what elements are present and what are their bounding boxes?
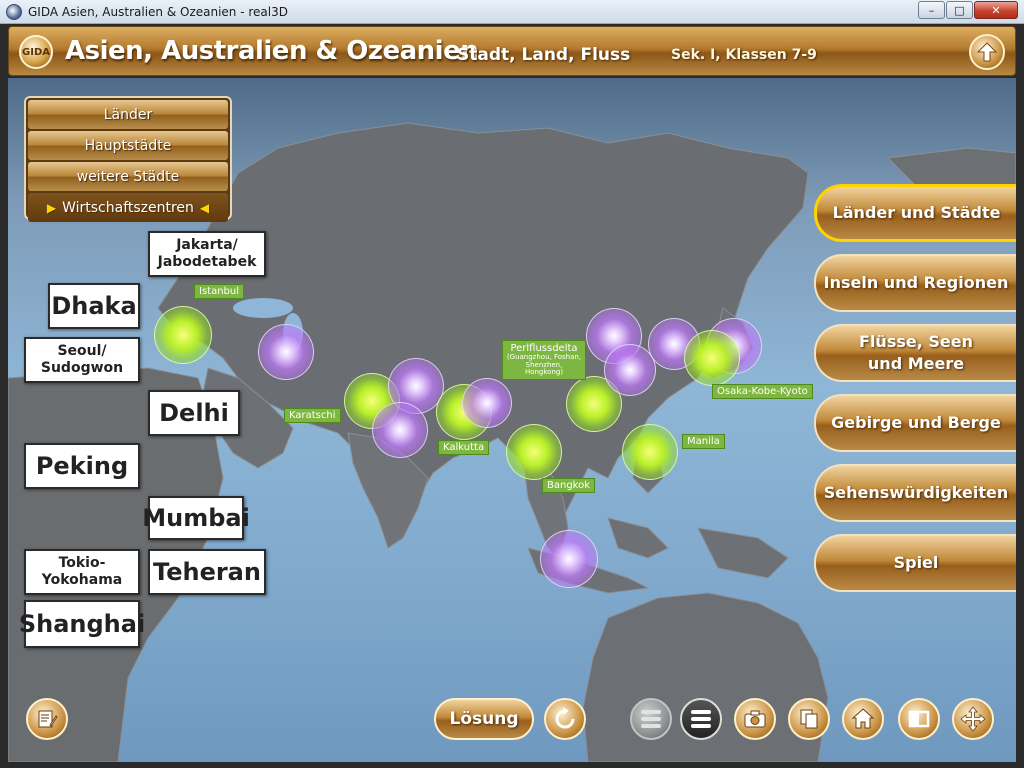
card-seoul[interactable]: Seoul/ Sudogwon (24, 337, 140, 383)
topic-sehenswuerdigkeiten[interactable]: Sehenswürdigkeiten (814, 464, 1016, 522)
map-label-karatschi: Karatschi (284, 408, 341, 423)
map-label-kalkutta: Kalkutta (438, 440, 490, 455)
category-label-wirtschaftszentren: Wirtschaftszentren (62, 199, 194, 216)
drop-target-jakarta[interactable] (540, 530, 598, 588)
topic-fluesse-seen-meere[interactable]: Flüsse, Seen und Meere (814, 324, 1016, 382)
window-controls: – □ ✕ (917, 1, 1018, 19)
drop-target-dhaka[interactable] (462, 378, 512, 428)
drop-target-osaka[interactable] (684, 330, 740, 386)
map-label-manila: Manila (682, 434, 725, 449)
map-label-osaka: Osaka-Kobe-Kyoto (712, 384, 813, 399)
card-shanghai[interactable]: Shanghai (19, 600, 145, 648)
maximize-button[interactable]: □ (946, 1, 973, 19)
drop-target-bangkok[interactable] (506, 424, 562, 480)
map-label-perlflussdelta: Perlflussdelta (Guangzhou, Foshan, Shenz… (502, 340, 586, 381)
topic-inseln-und-regionen[interactable]: Inseln und Regionen (814, 254, 1016, 312)
app-title: Asien, Australien & Ozeanien (65, 36, 479, 66)
arrow-up-icon (976, 42, 998, 62)
home-button[interactable] (842, 698, 884, 740)
list-lines-icon-active (691, 707, 711, 731)
app-icon (6, 3, 22, 20)
category-label-hauptstaedte: Hauptstädte (84, 137, 172, 154)
card-tokio[interactable]: Tokio- Yokohama (24, 549, 140, 595)
move-arrows-icon (960, 706, 986, 732)
reset-button[interactable] (544, 698, 586, 740)
card-mumbai[interactable]: Mumbai (142, 496, 250, 540)
triangle-right-icon: ▶ (46, 200, 57, 215)
triangle-left-icon: ◀ (199, 200, 210, 215)
refresh-icon (555, 707, 575, 729)
gida-logo-icon: GIDA (19, 35, 53, 69)
copy-pages-icon (800, 709, 818, 729)
solution-button[interactable]: Lösung (434, 698, 534, 740)
drop-target-istanbul[interactable] (154, 306, 212, 364)
drop-target-manila[interactable] (622, 424, 678, 480)
topic-fluesse-label: Flüsse, Seen und Meere (859, 331, 973, 373)
home-icon (851, 708, 875, 729)
close-button[interactable]: ✕ (974, 1, 1018, 19)
category-label-weitere-staedte: weitere Städte (76, 168, 180, 185)
card-teheran[interactable]: Teheran (148, 549, 266, 595)
topic-gebirge-und-berge[interactable]: Gebirge und Berge (814, 394, 1016, 452)
list-view-button-inactive[interactable] (630, 698, 672, 740)
map-label-bangkok: Bangkok (542, 478, 596, 493)
up-arrow-button[interactable] (969, 34, 1005, 70)
category-item-weitere-staedte[interactable]: weitere Städte (28, 162, 228, 191)
window-frame-icon (908, 710, 930, 728)
category-menu: Länder Hauptstädte weitere Städte ▶ Wirt… (24, 96, 232, 222)
card-jakarta[interactable]: Jakarta/ Jabodetabek (148, 231, 266, 277)
minimize-button[interactable]: – (918, 1, 945, 19)
map-label-istanbul: Istanbul (194, 284, 245, 299)
map-label-perlflussdelta-detail: (Guangzhou, Foshan, Shenzhen, Hongkong) (506, 353, 582, 377)
topic-spiel[interactable]: Spiel (814, 534, 1016, 592)
list-view-button[interactable] (680, 698, 722, 740)
card-peking[interactable]: Peking (24, 443, 140, 489)
window-titlebar: GIDA Asien, Australien & Ozeanien - real… (0, 0, 1024, 24)
card-dhaka[interactable]: Dhaka (48, 283, 140, 329)
topic-laender-und-staedte[interactable]: Länder und Städte (814, 184, 1016, 242)
drop-target-teheran[interactable] (258, 324, 314, 380)
window-title: GIDA Asien, Australien & Ozeanien - real… (28, 4, 288, 19)
camera-icon (744, 710, 766, 728)
category-item-wirtschaftszentren[interactable]: ▶ Wirtschaftszentren ◀ (28, 193, 228, 222)
app-header: GIDA Asien, Australien & Ozeanien Stadt,… (8, 26, 1016, 76)
notepad-pencil-icon (38, 710, 58, 728)
notes-button[interactable] (26, 698, 68, 740)
card-delhi[interactable]: Delhi (148, 390, 240, 436)
category-label-laender: Länder (103, 106, 153, 123)
drop-target-mumbai[interactable] (372, 402, 428, 458)
move-button[interactable] (952, 698, 994, 740)
window-toggle-button[interactable] (898, 698, 940, 740)
map-area[interactable]: Länder Hauptstädte weitere Städte ▶ Wirt… (8, 78, 1016, 762)
category-item-laender[interactable]: Länder (28, 100, 228, 129)
category-item-hauptstaedte[interactable]: Hauptstädte (28, 131, 228, 160)
grade-level: Sek. I, Klassen 7-9 (671, 47, 817, 63)
copy-button[interactable] (788, 698, 830, 740)
app-subtitle: Stadt, Land, Fluss (457, 45, 631, 65)
list-lines-icon (641, 707, 661, 731)
drop-target-shanghai[interactable] (604, 344, 656, 396)
screenshot-button[interactable] (734, 698, 776, 740)
